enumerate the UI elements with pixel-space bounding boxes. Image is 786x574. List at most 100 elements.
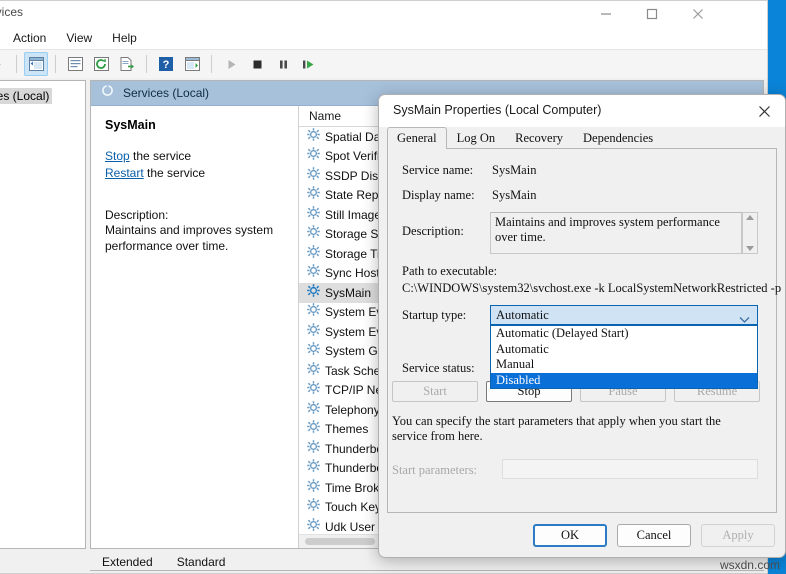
startup-type-combobox[interactable]: Automatic bbox=[490, 305, 758, 325]
help-icon[interactable]: ? bbox=[154, 52, 178, 76]
list-item-label: Thunderbo bbox=[325, 441, 384, 456]
service-gear-icon bbox=[307, 322, 320, 341]
startup-type-label: Startup type: bbox=[402, 308, 467, 322]
start-service-icon[interactable] bbox=[219, 52, 243, 76]
description-label: Description: bbox=[402, 224, 464, 238]
menu-view[interactable]: View bbox=[56, 29, 102, 47]
dialog-titlebar[interactable]: SysMain Properties (Local Computer) bbox=[379, 95, 785, 127]
service-gear-icon bbox=[307, 303, 320, 317]
stop-link-suffix: the service bbox=[129, 149, 192, 163]
service-gear-icon bbox=[307, 322, 320, 336]
general-tab-panel: Service name: SysMain Display name: SysM… bbox=[387, 148, 781, 513]
service-gear-icon bbox=[307, 147, 320, 161]
service-gear-icon bbox=[307, 420, 320, 434]
tab-recovery-label: Recovery bbox=[515, 131, 564, 145]
list-item-label: State Repo bbox=[325, 188, 386, 203]
restart-service-link[interactable]: Restart bbox=[105, 166, 144, 180]
toolbar-separator bbox=[16, 55, 17, 73]
pane-header-label: Services (Local) bbox=[123, 86, 210, 100]
list-item-label: Telephony bbox=[325, 402, 380, 417]
list-item-label: System Gu bbox=[325, 344, 385, 359]
ok-button[interactable]: OK bbox=[533, 524, 607, 547]
service-gear-icon bbox=[307, 439, 320, 458]
service-name-label: Service name: bbox=[402, 163, 474, 177]
tab-general[interactable]: General bbox=[387, 127, 447, 149]
scrollbar-thumb[interactable] bbox=[305, 538, 375, 545]
service-gear-icon bbox=[307, 361, 320, 375]
minimize-button[interactable] bbox=[583, 1, 629, 27]
tab-general-label: General bbox=[397, 131, 437, 145]
description-text: Maintains and improves system performanc… bbox=[105, 223, 274, 253]
selected-service-name: SysMain bbox=[105, 118, 156, 132]
service-gear-icon bbox=[307, 244, 320, 258]
tab-recovery[interactable]: Recovery bbox=[505, 127, 573, 149]
service-gear-icon bbox=[307, 264, 320, 278]
tab-standard[interactable]: Standard bbox=[165, 553, 238, 571]
menu-action[interactable]: Action bbox=[3, 29, 56, 47]
tab-dependencies[interactable]: Dependencies bbox=[573, 127, 663, 149]
description-textarea[interactable]: Maintains and improves system performanc… bbox=[490, 212, 742, 254]
list-item-label: SysMain bbox=[325, 285, 372, 300]
cancel-button[interactable]: Cancel bbox=[617, 524, 691, 547]
start-button[interactable]: Start bbox=[392, 381, 478, 402]
dropdown-option[interactable]: Automatic bbox=[491, 342, 757, 358]
tab-log-on[interactable]: Log On bbox=[447, 127, 506, 149]
service-gear-icon bbox=[307, 205, 320, 219]
list-item-label: Themes bbox=[325, 422, 369, 437]
startup-type-value: Automatic bbox=[496, 307, 549, 322]
refresh-icon[interactable] bbox=[89, 52, 113, 76]
console-tree-pane: rvices (Local) bbox=[0, 80, 86, 549]
dialog-tabs: General Log On Recovery Dependencies bbox=[379, 127, 785, 149]
service-gear-icon bbox=[307, 381, 320, 399]
tree-item-services-local[interactable]: rvices (Local) bbox=[0, 88, 53, 104]
dropdown-option[interactable]: Disabled bbox=[491, 372, 757, 388]
service-gear-icon bbox=[307, 459, 320, 477]
column-header-name[interactable]: Name bbox=[309, 109, 341, 123]
tab-extended-label: Extended bbox=[102, 555, 153, 569]
scroll-up-icon[interactable] bbox=[746, 215, 754, 220]
menu-help[interactable]: Help bbox=[102, 29, 147, 47]
service-gear-icon bbox=[307, 381, 320, 395]
toolbar: ? bbox=[0, 49, 767, 79]
scroll-down-icon[interactable] bbox=[746, 246, 754, 251]
description-scrollbar[interactable] bbox=[742, 212, 758, 254]
start-parameters-input[interactable] bbox=[502, 459, 758, 479]
service-gear-icon bbox=[307, 420, 320, 438]
service-gear-icon bbox=[307, 459, 320, 473]
service-details-column: SysMain Stop the service Restart the ser… bbox=[91, 106, 299, 548]
export-list-icon[interactable] bbox=[115, 52, 139, 76]
service-name-value: SysMain bbox=[492, 163, 537, 177]
dropdown-option[interactable]: Manual bbox=[491, 357, 757, 373]
service-gear-icon bbox=[307, 498, 320, 516]
service-gear-icon bbox=[307, 283, 320, 297]
list-item-label: TCP/IP Net bbox=[325, 383, 386, 398]
list-item-label: Spatial Dat bbox=[325, 129, 384, 144]
close-button[interactable] bbox=[675, 1, 721, 27]
stop-service-link[interactable]: Stop bbox=[105, 149, 130, 163]
pause-service-icon[interactable] bbox=[271, 52, 295, 76]
tab-extended[interactable]: Extended bbox=[90, 553, 165, 571]
dialog-buttons: OK Cancel Apply bbox=[533, 524, 775, 547]
startup-type-dropdown-list[interactable]: Automatic (Delayed Start) Automatic Manual… bbox=[490, 325, 758, 389]
properties-icon[interactable] bbox=[63, 52, 87, 76]
list-item-label: Still Image bbox=[325, 207, 382, 222]
stop-service-icon[interactable] bbox=[245, 52, 269, 76]
dropdown-option[interactable]: Automatic (Delayed Start) bbox=[491, 326, 757, 342]
restart-service-icon[interactable] bbox=[297, 52, 321, 76]
window-titlebar[interactable]: ervices bbox=[0, 1, 767, 27]
service-gear-icon bbox=[307, 166, 320, 180]
back-arrow-icon[interactable] bbox=[0, 52, 9, 76]
restart-service-link-row[interactable]: Restart the service bbox=[105, 165, 286, 182]
service-gear-icon bbox=[307, 478, 320, 497]
dialog-title: SysMain Properties (Local Computer) bbox=[393, 103, 602, 117]
dialog-close-button[interactable] bbox=[743, 95, 785, 127]
stop-service-link-row[interactable]: Stop the service bbox=[105, 148, 286, 165]
list-item-label: Time Broke bbox=[325, 480, 386, 495]
apply-button[interactable]: Apply bbox=[701, 524, 775, 547]
maximize-button[interactable] bbox=[629, 1, 675, 27]
show-action-pane-icon[interactable] bbox=[180, 52, 204, 76]
service-gear-icon bbox=[307, 244, 320, 263]
show-hide-console-tree-icon[interactable] bbox=[24, 52, 48, 76]
service-gear-icon bbox=[307, 498, 320, 512]
service-gear-icon bbox=[307, 225, 320, 243]
